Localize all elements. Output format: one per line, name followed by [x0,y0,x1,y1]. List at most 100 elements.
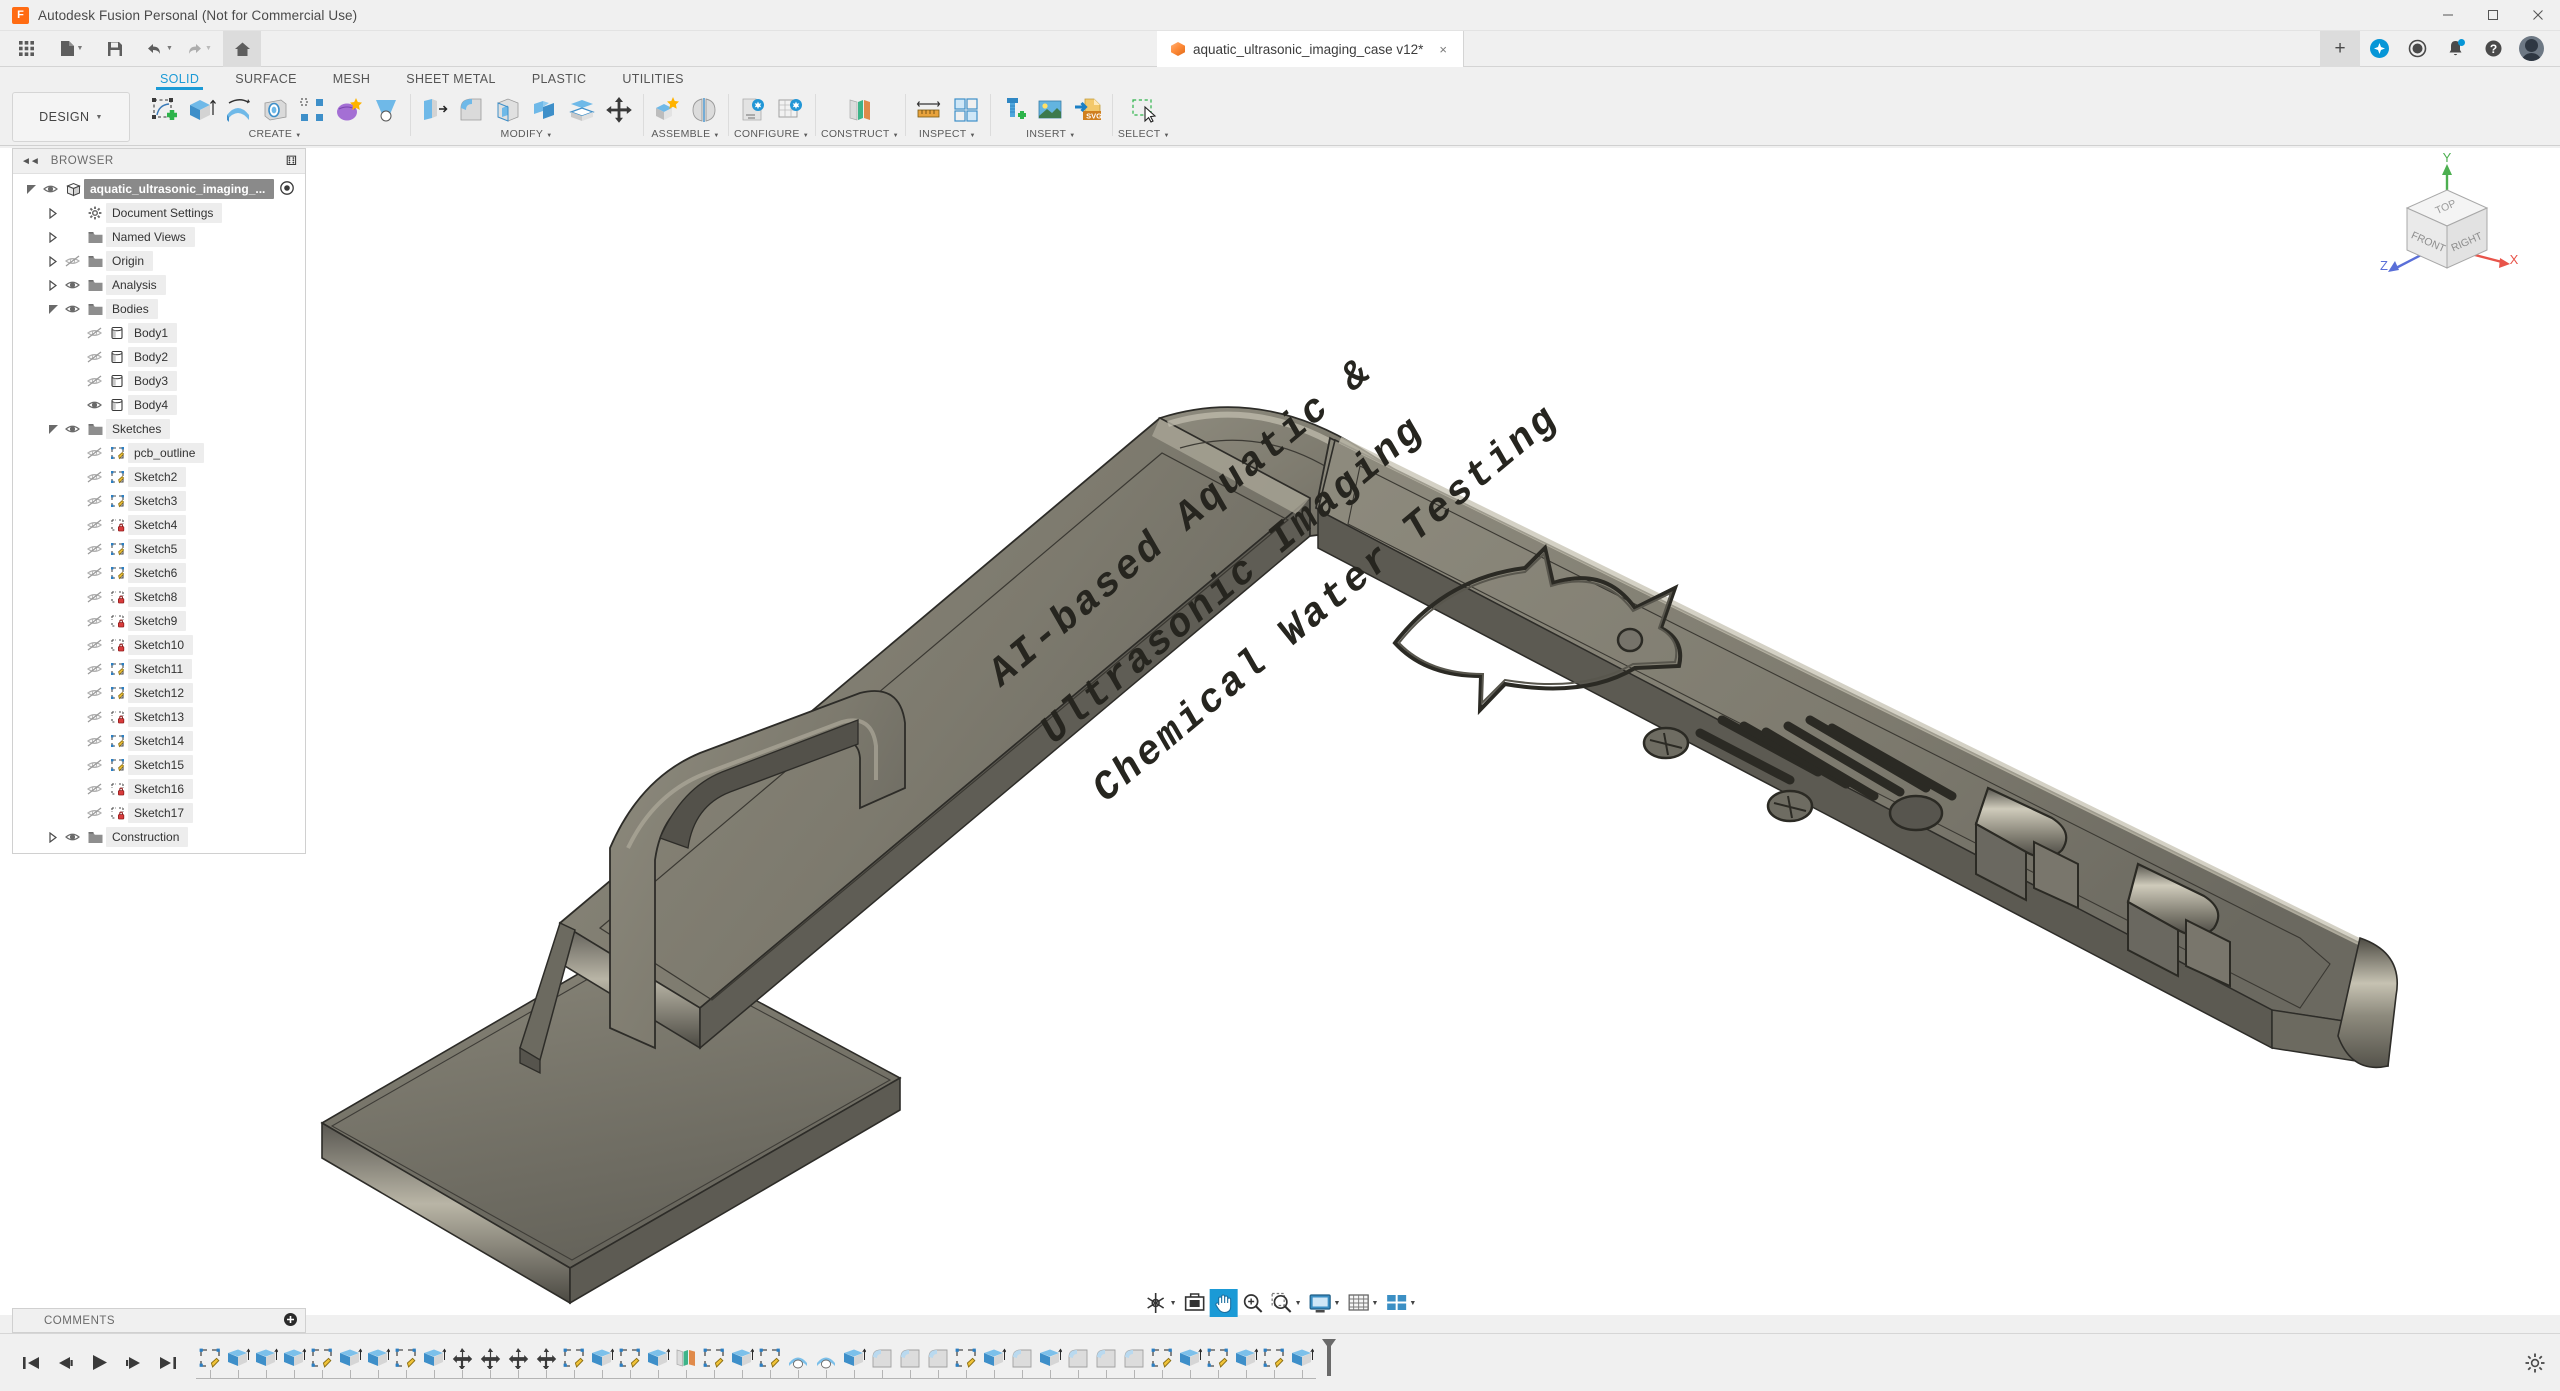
timeline-sketch-feature[interactable] [616,1343,644,1373]
timeline-extrude-feature[interactable] [728,1343,756,1373]
chevron-right-icon[interactable] [45,279,61,291]
step-forward-icon[interactable] [120,1348,146,1378]
timeline-sketch-feature[interactable] [1148,1343,1176,1373]
move-copy-icon[interactable] [601,92,637,128]
help-question-icon[interactable]: ? [2474,31,2512,67]
insert-decal-icon[interactable] [1033,92,1069,128]
new-document-icon[interactable]: ▼ [55,31,88,67]
timeline-sketch-feature[interactable] [1260,1343,1288,1373]
save-icon[interactable] [98,31,131,67]
configure-design-icon[interactable] [735,92,771,128]
document-tab[interactable]: aquatic_ultrasonic_imaging_case v12* × [1157,31,1464,67]
browser-item-sketch15[interactable]: Sketch15 [13,753,305,777]
browser-item-sketch14[interactable]: Sketch14 [13,729,305,753]
configure-table-icon[interactable] [772,92,808,128]
chevron-down-icon[interactable] [45,424,61,435]
eye-hidden-icon[interactable] [83,350,106,364]
ribbon-tab-utilities[interactable]: UTILITIES [604,72,702,90]
chevron-right-icon[interactable] [45,831,61,843]
collapse-left-icon[interactable]: ◄◄ [21,156,40,167]
maximize-button[interactable] [2470,0,2515,31]
notifications-bell-icon[interactable] [2436,31,2474,67]
eye-visible-icon[interactable] [61,278,84,292]
chevron-down-icon[interactable]: ▼ [1170,1300,1177,1307]
zoom-icon[interactable] [1239,1289,1267,1317]
step-back-icon[interactable] [52,1348,78,1378]
panel-label-configure[interactable]: CONFIGURE ▼ [734,128,809,140]
chevron-down-icon[interactable]: ▼ [166,45,173,52]
fillet-icon[interactable] [453,92,489,128]
browser-item-document-settings[interactable]: Document Settings [13,201,305,225]
timeline-plane-feature[interactable] [672,1343,700,1373]
eye-hidden-icon[interactable] [83,734,106,748]
eye-hidden-icon[interactable] [83,806,106,820]
browser-item-body1[interactable]: Body1 [13,321,305,345]
eye-visible-icon[interactable] [61,302,84,316]
browser-item-sketch4[interactable]: Sketch4 [13,513,305,537]
eye-hidden-icon[interactable] [83,470,106,484]
ribbon-tab-solid[interactable]: SOLID [142,72,217,90]
timeline-revolve-feature[interactable] [812,1343,840,1373]
browser-item-bodies[interactable]: Bodies [13,297,305,321]
chevron-down-icon[interactable] [45,304,61,315]
redo-icon[interactable]: ▼ [182,31,215,67]
display-settings-icon[interactable]: ▼ [1306,1289,1344,1317]
go-to-beginning-icon[interactable] [18,1348,44,1378]
timeline-fillet-feature[interactable] [1120,1343,1148,1373]
browser-item-origin[interactable]: Origin [13,249,305,273]
eye-hidden-icon[interactable] [83,758,106,772]
eye-hidden-icon[interactable] [83,494,106,508]
browser-item-sketch2[interactable]: Sketch2 [13,465,305,489]
section-analysis-icon[interactable] [948,92,984,128]
select-window-icon[interactable] [1126,92,1162,128]
timeline-sketch-feature[interactable] [392,1343,420,1373]
timeline-extrude-feature[interactable] [980,1343,1008,1373]
browser-item-body2[interactable]: Body2 [13,345,305,369]
extrude-icon[interactable] [183,92,219,128]
revolve-icon[interactable] [220,92,256,128]
timeline-fillet-feature[interactable] [1064,1343,1092,1373]
timeline-extrude-feature[interactable] [840,1343,868,1373]
browser-item-construction[interactable]: Construction [13,825,305,849]
eye-hidden-icon[interactable] [83,614,106,628]
joint-icon[interactable] [686,92,722,128]
chevron-down-icon[interactable]: ▼ [1334,1300,1341,1307]
workspace-switcher[interactable]: DESIGN ▼ [12,92,130,142]
panel-label-create[interactable]: CREATE ▼ [249,128,302,140]
browser-item-sketch8[interactable]: Sketch8 [13,585,305,609]
app-grid-icon[interactable] [10,31,43,67]
ribbon-tab-mesh[interactable]: MESH [315,72,389,90]
eye-hidden-icon[interactable] [83,638,106,652]
browser-item-sketch12[interactable]: Sketch12 [13,681,305,705]
eye-hidden-icon[interactable] [83,326,106,340]
browser-item-named-views[interactable]: Named Views [13,225,305,249]
timeline-extrude-feature[interactable] [280,1343,308,1373]
browser-item-aquatic-ultrasonic-imaging[interactable]: aquatic_ultrasonic_imaging_... [13,177,305,201]
look-at-icon[interactable] [1181,1289,1209,1317]
undo-icon[interactable]: ▼ [143,31,176,67]
timeline-extrude-feature[interactable] [644,1343,672,1373]
timeline-track[interactable] [196,1338,1336,1387]
panel-label-inspect[interactable]: INSPECT ▼ [919,128,976,140]
shell-icon[interactable] [490,92,526,128]
chevron-down-icon[interactable]: ▼ [1409,1300,1416,1307]
panel-label-select[interactable]: SELECT ▼ [1118,128,1170,140]
activate-component-icon[interactable] [280,180,295,198]
browser-item-sketch17[interactable]: Sketch17 [13,801,305,825]
browser-item-sketch5[interactable]: Sketch5 [13,537,305,561]
browser-item-sketches[interactable]: Sketches [13,417,305,441]
eye-hidden-icon[interactable] [83,710,106,724]
press-pull-icon[interactable] [416,92,452,128]
extensions-icon[interactable] [2360,31,2398,67]
browser-item-sketch13[interactable]: Sketch13 [13,705,305,729]
timeline-move-feature[interactable] [476,1343,504,1373]
timeline-fillet-feature[interactable] [924,1343,952,1373]
loft-icon[interactable] [368,92,404,128]
timeline-extrude-feature[interactable] [1288,1343,1316,1373]
create-sketch-icon[interactable] [146,92,182,128]
timeline-extrude-feature[interactable] [1232,1343,1260,1373]
timeline-sketch-feature[interactable] [756,1343,784,1373]
browser-item-body3[interactable]: Body3 [13,369,305,393]
timeline-settings-icon[interactable] [2524,1352,2560,1374]
timeline-move-feature[interactable] [448,1343,476,1373]
